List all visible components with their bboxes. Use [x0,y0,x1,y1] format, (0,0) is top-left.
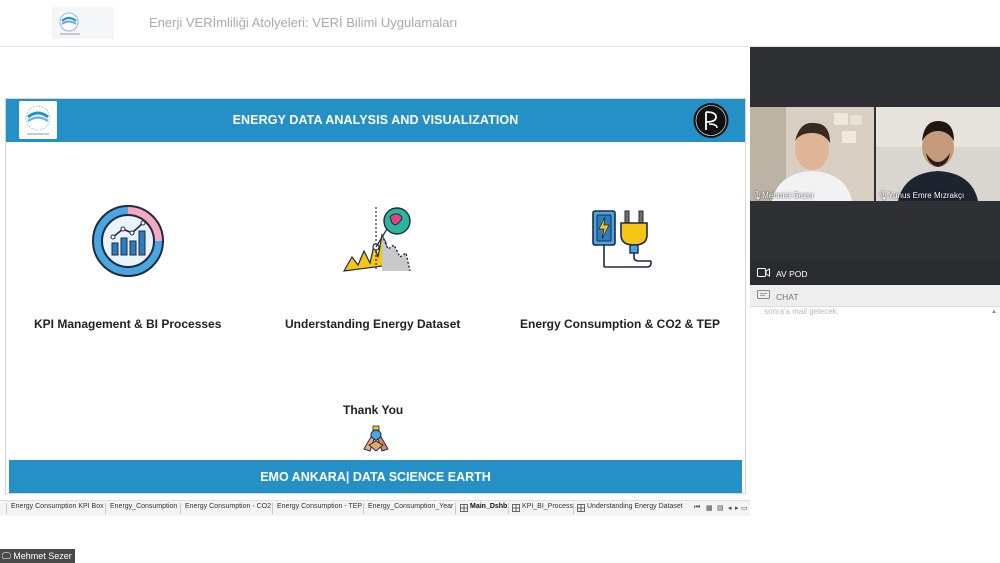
tab-kpi-bi-process[interactable]: KPI_BI_Process [522,503,573,510]
tab-list-view-icon[interactable]: ▤ [717,504,724,512]
tab-prev-icon[interactable]: ◂ [728,504,732,512]
tab-understanding-energy-dataset[interactable]: Understanding Energy Dataset [587,503,683,510]
tab-separator [508,503,509,514]
chat-pod-header[interactable]: CHAT [750,285,1000,307]
thank-you-text: Thank You [343,403,404,417]
tab-energy-consumption-year[interactable]: Energy_Consumption_Year [368,503,453,510]
battery-plug-icon [592,210,652,268]
item-label-kpi: KPI Management & BI Processes [34,317,222,331]
session-title: Enerji VERİmliliği Atolyeleri: VERİ Bili… [149,15,458,30]
hands-together-icon [363,425,389,452]
tab-separator [180,503,181,514]
dashboard-slide: ENERGY DATA ANALYSIS AND VISUALIZATION K… [5,98,746,494]
slide-title: ENERGY DATA ANALYSIS AND VISUALIZATION [232,113,519,127]
data-science-logo [693,103,729,138]
tab-scroll-first-icon[interactable]: ⏮ [694,504,700,512]
video-camera-icon [757,268,770,277]
chat-message-preview: sonra'a mail gelecek. [764,307,839,316]
tab-separator [573,503,574,514]
tab-energy-consumption-co2[interactable]: Energy Consumption - CO2 [185,503,271,510]
participant-video: 🎙Mehmet Sezer [750,107,874,201]
sheet-tab-bar: Energy Consumption KPI Box Energy_Consum… [0,500,750,516]
tab-separator [105,503,106,514]
presenter-name: Mehmet Sezer [13,551,72,561]
tab-next-icon[interactable]: ▸ [735,504,739,512]
slide-header: ENERGY DATA ANALYSIS AND VISUALIZATION [6,99,745,142]
kpi-donut-chart-icon [92,205,164,277]
video-pod: 🎙Mehmet Sezer 🎙Yunus Emre Mızrakçı [750,47,1000,285]
dashboard-tab-icon [512,504,520,512]
participant-name-1: 🎙Mehmet Sezer [752,191,815,200]
av-pod-label: AV POD [776,269,808,279]
tab-separator [363,503,364,514]
dashboard-tab-icon [460,504,468,512]
tab-present-icon[interactable]: ▭ [741,504,748,512]
presenter-label: 🖵 Mehmet Sezer [0,549,75,563]
participant-name-2: 🎙Yunus Emre Mızrakçı [878,191,965,200]
participant-video: 🎙Yunus Emre Mızrakçı [876,107,1000,201]
participant-video-image [876,107,1000,201]
chat-log[interactable]: sonra'a mail gelecek. ▲ [750,307,1000,563]
item-label-consumption: Energy Consumption & CO2 & TEP [520,317,721,331]
chat-icon [757,290,770,299]
av-pod-header[interactable]: AV POD [750,261,1000,285]
energy-dataset-chart-icon [342,207,411,272]
tab-separator [272,503,273,514]
top-header: Enerji VERİmliliği Atolyeleri: VERİ Bili… [0,0,1000,47]
tab-energy-consumption[interactable]: Energy_Consumption [110,503,177,510]
tab-separator [455,503,456,514]
item-label-dataset: Understanding Energy Dataset [285,317,461,331]
slide-footer-text: EMO ANKARA| DATA SCIENCE EARTH [260,470,491,484]
tab-energy-consumption-tep[interactable]: Energy Consumption - TEP [277,503,362,510]
dashboard-tab-icon [577,504,585,512]
workshop-logo [52,7,114,39]
chat-label: CHAT [776,292,799,302]
right-panel: 🎙Mehmet Sezer 🎙Yunus Emre Mızrakçı AV PO… [750,47,1000,563]
slide-footer: EMO ANKARA| DATA SCIENCE EARTH [9,460,742,493]
screen: Enerji VERİmliliği Atolyeleri: VERİ Bili… [0,0,1000,563]
tab-separator [6,503,7,514]
tab-main-dshb[interactable]: Main_Dshb [470,503,507,510]
chat-scroll-up-icon[interactable]: ▲ [991,309,997,315]
tab-energy-consumption-kpi-box[interactable]: Energy Consumption KPI Box [11,503,104,510]
participant-video-image [750,107,874,201]
presenter-share-icon: 🖵 [2,551,11,561]
tab-grid-view-icon[interactable]: ▦ [706,504,713,512]
